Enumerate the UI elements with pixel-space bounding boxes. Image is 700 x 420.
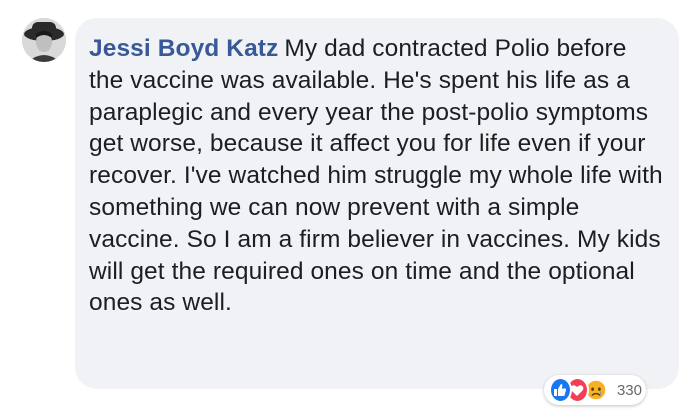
comment-text: My dad contracted Polio before the vacci… — [89, 35, 663, 317]
reactions-summary[interactable]: 330 — [544, 375, 646, 405]
reaction-count: 330 — [616, 381, 642, 399]
avatar[interactable] — [22, 18, 66, 62]
comment-body: Jessi Boyd Katz My dad contracted Polio b… — [89, 33, 665, 319]
author-name[interactable]: Jessi Boyd Katz — [89, 35, 278, 62]
comment-bubble: Jessi Boyd Katz My dad contracted Polio b… — [75, 18, 679, 389]
like-icon — [549, 377, 572, 403]
